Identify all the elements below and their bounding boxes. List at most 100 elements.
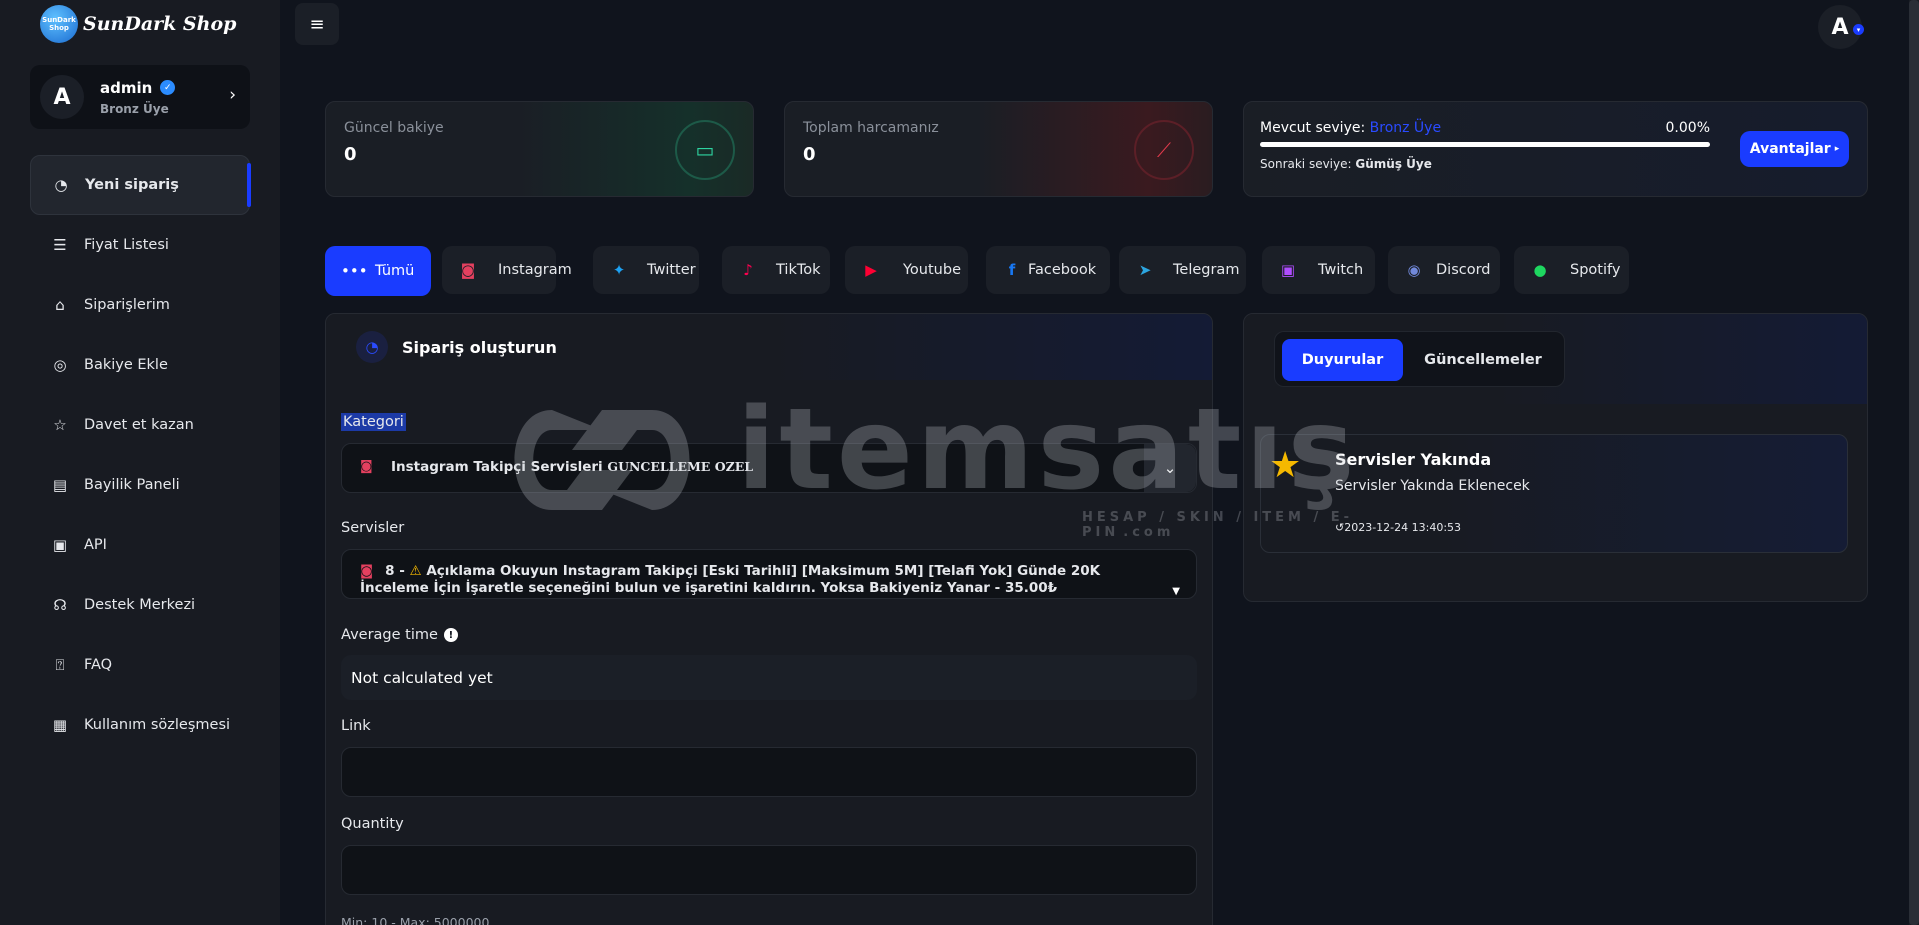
user-role: Bronz Üye (100, 101, 169, 116)
tab-tiktok[interactable]: ♪ TikTok (722, 246, 830, 294)
tab-spotify[interactable]: ● Spotify (1514, 246, 1629, 294)
next-level-name: Gümüş Üye (1355, 157, 1432, 171)
advantages-button[interactable]: Avantajlar ▸ (1740, 131, 1849, 167)
telegram-icon: ➤ (1138, 261, 1152, 279)
services-label: Servisler (341, 520, 405, 536)
order-form-title: Sipariş oluşturun (402, 337, 557, 357)
tab-label: Discord (1436, 262, 1491, 278)
sidebar-item-support[interactable]: ☊ Destek Merkezi (30, 575, 250, 635)
service-value: Açıklama Okuyun Instagram Takipçi [Eski … (360, 563, 1101, 596)
tab-updates[interactable]: Güncellemeler (1411, 339, 1555, 381)
twitter-icon: ✦ (612, 261, 626, 279)
sidebar-item-api[interactable]: ▣ API (30, 515, 250, 575)
tab-telegram[interactable]: ➤ Telegram (1119, 246, 1246, 294)
tab-twitch[interactable]: ▣ Twitch (1262, 246, 1375, 294)
chevron-down-icon: ▾ (1853, 24, 1864, 35)
logo-badge: SunDark Shop (40, 5, 78, 43)
sidebar-item-price-list[interactable]: ☰ Fiyat Listesi (30, 215, 250, 275)
quantity-label: Quantity (341, 816, 404, 832)
order-form-panel: ◔ Sipariş oluşturun Kategori ◙ Instagram… (325, 313, 1213, 925)
info-icon[interactable]: ! (443, 628, 458, 642)
announcements-tabs: Duyurular Güncellemeler (1274, 331, 1565, 387)
tab-youtube[interactable]: ▶ Youtube (845, 246, 968, 294)
scrollbar-thumb[interactable] (1909, 0, 1919, 925)
gauge-icon: ◔ (54, 176, 68, 194)
tab-label: Twitch (1318, 262, 1364, 278)
sidebar-item-label: Davet et kazan (84, 417, 194, 433)
instagram-icon: ◙ (360, 563, 374, 579)
chart-line-icon: ⟋ (1134, 120, 1194, 180)
tiktok-icon: ♪ (743, 261, 753, 279)
announcement-item[interactable]: ★ Servisler Yakında Servisler Yakında Ek… (1260, 434, 1848, 553)
terminal-icon: ▣ (52, 536, 68, 554)
balance-label: Güncel bakiye (344, 120, 444, 136)
link-input[interactable] (342, 748, 1196, 796)
sidebar-item-reseller[interactable]: ▤ Bayilik Paneli (30, 455, 250, 515)
star-icon: ★ (1269, 445, 1302, 486)
category-value: Instagram Takipçi Servisleri (391, 459, 603, 475)
list-icon: ☰ (53, 236, 67, 254)
sidebar: SunDark Shop SunDark Shop A admin ✓ Bron… (0, 0, 280, 925)
next-level-label: Sonraki seviye: (1260, 157, 1352, 171)
balance-card: Güncel bakiye 0 ▭ (325, 101, 754, 197)
avg-time-field: Not calculated yet (341, 655, 1197, 700)
quantity-input[interactable] (342, 846, 1196, 894)
link-label: Link (341, 718, 371, 734)
scrollbar[interactable] (1909, 0, 1919, 925)
announcement-date-row: ↺2023-12-24 13:40:53 (1335, 521, 1461, 534)
sidebar-item-terms[interactable]: ▦ Kullanım sözleşmesi (30, 695, 250, 755)
verified-icon: ✓ (160, 80, 176, 95)
tab-label: Twitter (647, 262, 696, 278)
wallet-icon: ▭ (675, 120, 735, 180)
services-select[interactable]: ◙ 8 - ⚠ Açıklama Okuyun Instagram Takipçi… (341, 549, 1197, 599)
tab-facebook[interactable]: f Facebook (986, 246, 1110, 294)
basket-icon: ⌂ (55, 296, 65, 314)
sidebar-item-invite[interactable]: ☆ Davet et kazan (30, 395, 250, 455)
announcement-date: 2023-12-24 13:40:53 (1344, 521, 1462, 534)
sidebar-item-label: Destek Merkezi (84, 597, 196, 613)
tab-announcements[interactable]: Duyurular (1282, 339, 1403, 381)
spent-label: Toplam harcamanız (803, 120, 939, 136)
tab-label: Instagram (498, 262, 572, 278)
link-field[interactable] (341, 747, 1197, 797)
spotify-icon: ● (1533, 261, 1547, 279)
sidebar-item-new-order[interactable]: ◔ Yeni sipariş (30, 155, 251, 215)
user-name: admin (100, 78, 153, 97)
announcements-panel: Duyurular Güncellemeler ★ Servisler Yakı… (1243, 313, 1868, 602)
coin-icon: ◎ (53, 356, 67, 374)
avatar: A (40, 75, 84, 119)
tab-label: TikTok (776, 262, 821, 278)
user-card[interactable]: A admin ✓ Bronz Üye › (30, 65, 250, 129)
quantity-field[interactable] (341, 845, 1197, 895)
current-level-name: Bronz Üye (1369, 120, 1442, 136)
discord-icon: ◉ (1407, 261, 1421, 279)
caret-right-icon: ▸ (1834, 144, 1840, 154)
top-avatar[interactable]: A ▾ (1818, 5, 1864, 49)
chevron-right-icon[interactable]: › (229, 85, 236, 105)
sidebar-item-label: Kullanım sözleşmesi (84, 717, 231, 733)
tab-twitter[interactable]: ✦ Twitter (593, 246, 699, 294)
facebook-icon: f (1008, 261, 1016, 279)
sidebar-item-faq[interactable]: ⍰ FAQ (30, 635, 250, 695)
instagram-icon: ◙ (360, 459, 373, 474)
min-max-text: Min: 10 - Max: 5000000 (341, 915, 490, 925)
sidebar-item-label: Fiyat Listesi (84, 237, 169, 253)
tab-discord[interactable]: ◉ Discord (1388, 246, 1500, 294)
avg-time-value: Not calculated yet (351, 668, 493, 687)
category-select[interactable]: ◙ Instagram Takipçi Servisleri GUNCELLEM… (341, 443, 1197, 493)
sidebar-item-add-balance[interactable]: ◎ Bakiye Ekle (30, 335, 250, 395)
tab-label: Tümü (375, 263, 415, 279)
sidebar-item-orders[interactable]: ⌂ Siparişlerim (30, 275, 250, 335)
youtube-icon: ▶ (865, 261, 877, 279)
logo[interactable]: SunDark Shop SunDark Shop (40, 5, 236, 43)
gauge-icon: ◔ (356, 331, 388, 363)
category-label: Kategori (341, 413, 406, 431)
level-card: Mevcut seviye: Bronz Üye 0.00% Sonraki s… (1243, 101, 1868, 197)
chevron-down-icon[interactable]: ⌄ (1144, 444, 1196, 492)
menu-button[interactable]: ≡ (295, 3, 339, 45)
logo-text: SunDark Shop (83, 13, 237, 35)
tab-all[interactable]: ••• Tümü (325, 246, 431, 296)
avg-time-label: Average time (341, 627, 438, 643)
tab-instagram[interactable]: ◙ Instagram (442, 246, 572, 294)
sidebar-item-label: API (84, 537, 107, 553)
